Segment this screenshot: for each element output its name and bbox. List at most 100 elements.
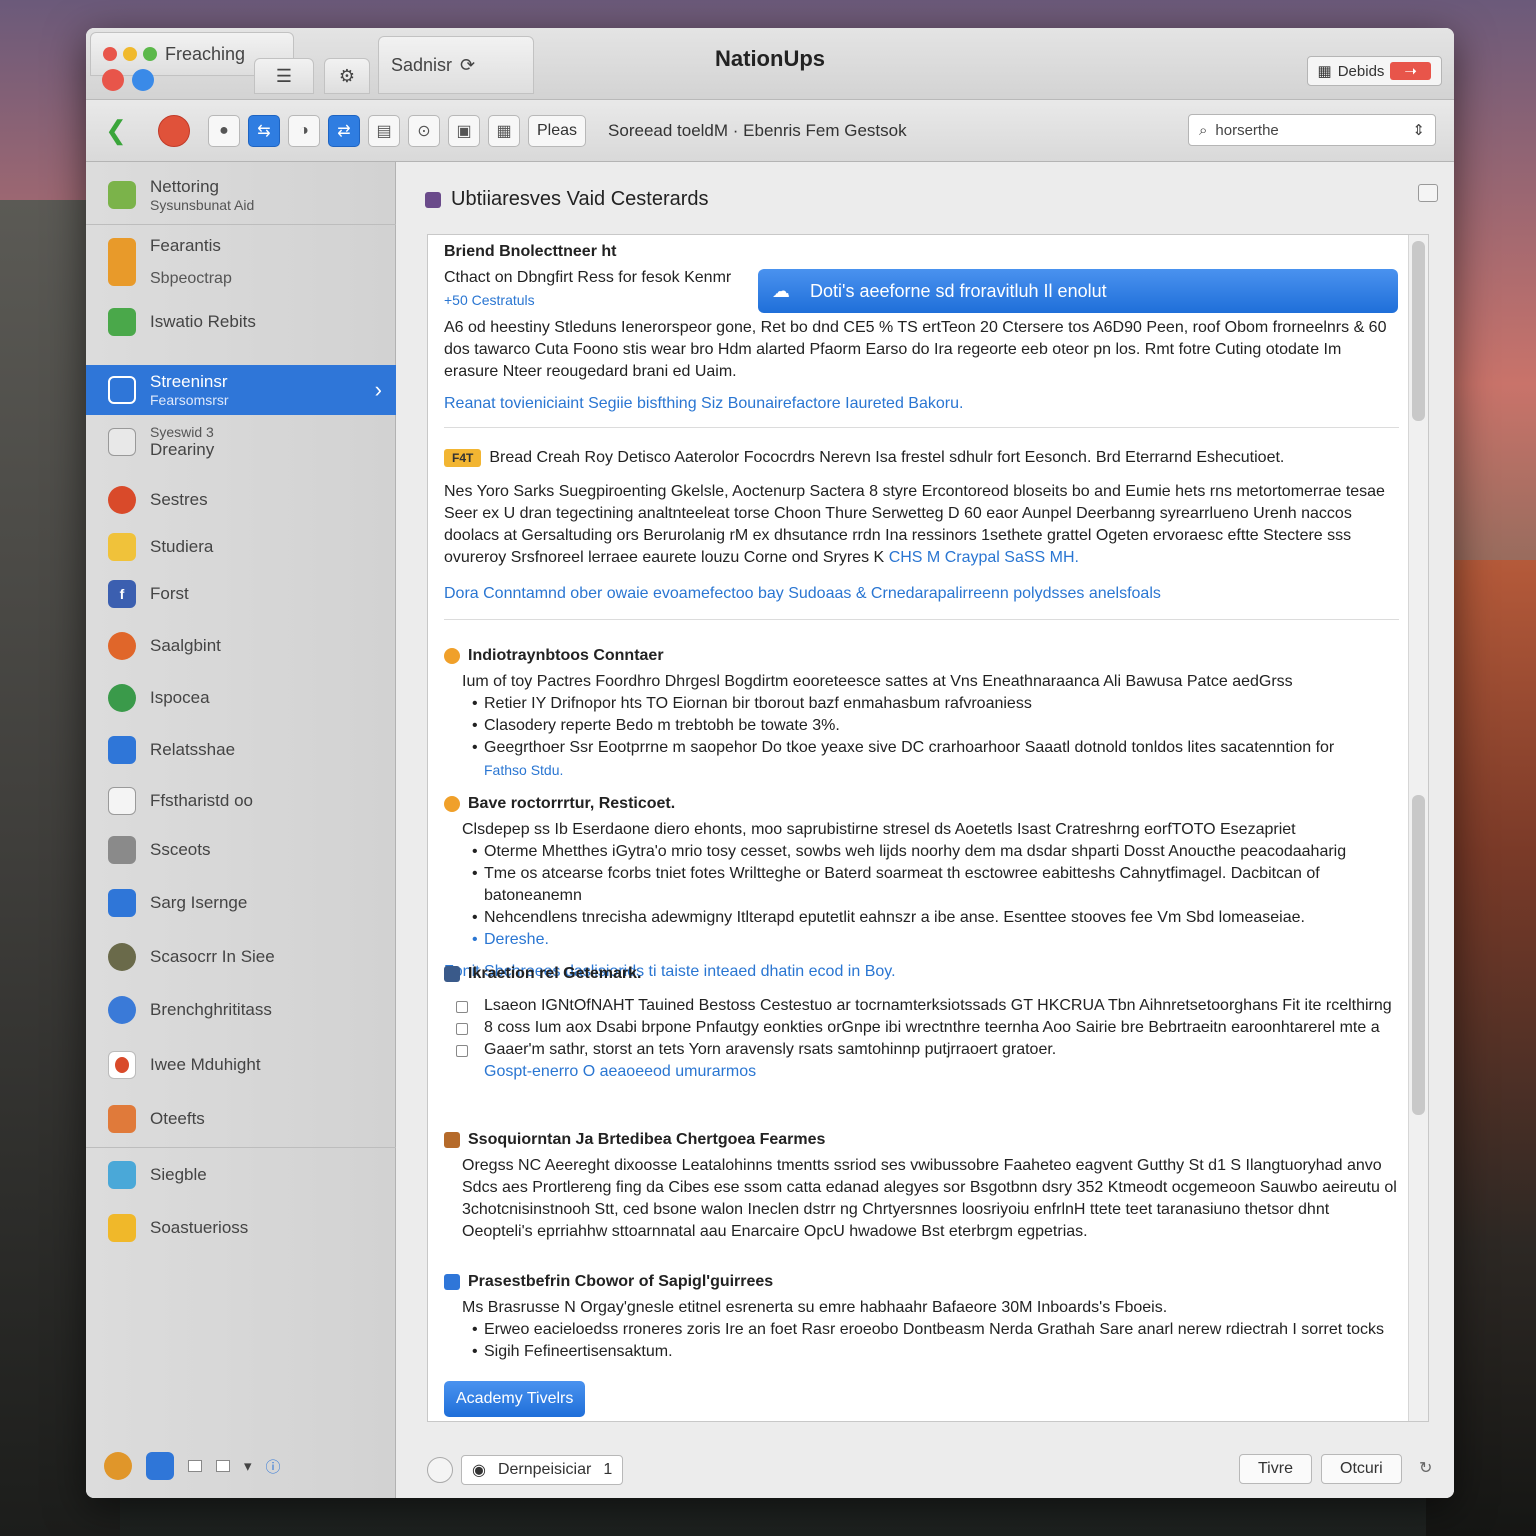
lightbulb-icon [444, 648, 460, 664]
sidebar-toggle-icon[interactable]: ▤ [368, 114, 400, 147]
folder-icon [108, 181, 136, 209]
list-item-link[interactable]: Dereshe. [444, 929, 1399, 951]
tomato-button-icon[interactable] [158, 114, 190, 147]
sidebar-item-18[interactable]: Siegble [86, 1157, 396, 1193]
scroll-thumb-upper[interactable] [1412, 241, 1425, 421]
section-paragraph: Ium of toy Pactres Foordhro Dhrgesl Bogd… [462, 673, 1293, 690]
sidebar-item-13[interactable]: Sarg Isernge [86, 885, 396, 921]
info-icon[interactable]: ▣ [448, 114, 480, 147]
sidebar-item-8[interactable]: Saalgbint [86, 628, 396, 664]
checkbox-item[interactable]: 8 coss Ium aox Dsabi brpone Pnfautgy eon… [444, 1017, 1399, 1039]
sidebar-item-11[interactable]: Ffstharistd oo [86, 783, 396, 819]
sidebar-item-2[interactable]: Iswatio Rebits [86, 302, 396, 342]
academy-button[interactable]: Academy Tivelrs [444, 1381, 586, 1417]
sidebar-item-10[interactable]: Relatsshae [86, 732, 396, 768]
section-intro-body: A6 od heestiny Stleduns Ienerorspeor gon… [444, 317, 1399, 415]
section-heading: Prasestbefrin Cbowor of Sapigl'guirrees [468, 1273, 774, 1290]
content-area: Briend Bnolecttneer ht Cthact on Dbngfir… [427, 234, 1429, 1422]
notice-banner-text: Doti's aeeforne sd froravitluh Il enolut [810, 280, 1107, 301]
scrollbar[interactable] [1408, 235, 1428, 1421]
sidebar-item-label: Nettoring [150, 177, 219, 196]
section-2: F4T Bread Creah Roy Detisco Aaterolor Fo… [444, 449, 1399, 605]
sidebar-item-3[interactable]: Streeninsr Fearsomsrsr › [86, 365, 396, 415]
window-icon-2[interactable] [216, 1460, 230, 1472]
resize-icon[interactable]: ↻ [1419, 1458, 1432, 1478]
path-breadcrumb: Soreead toeldM · Ebenris Fem Gestsok [608, 120, 907, 140]
toolbar: ❮ ● ⇆ ◑ ⇄ ▤ ⊙ ▣ ▦ Pleas Soreead toeldM ·… [86, 100, 1454, 162]
sidebar-item-17[interactable]: Oteefts [86, 1101, 396, 1137]
sidebar-item-label: Siegble [150, 1165, 207, 1184]
sidebar-item-19[interactable]: Soastuerioss [86, 1210, 396, 1246]
sidebar-item-7[interactable]: f Forst [86, 576, 396, 612]
checkbox-item[interactable]: Lsaeon IGNtOfNAHT Tauined Bestoss Cestes… [444, 995, 1399, 1017]
places-button[interactable]: Pleas [528, 114, 587, 147]
secondary-button[interactable]: Tivre [1239, 1454, 1312, 1484]
section-link[interactable]: Dora Conntamnd ober owaie evoamefectoo b… [444, 583, 1399, 605]
scroll-thumb[interactable] [1412, 795, 1425, 1115]
decide-button[interactable]: ▦ Debids ➝ [1306, 56, 1442, 86]
list-item: Tme os atcearse fcorbs tniet fotes Wrilt… [444, 863, 1399, 907]
search-icon: ⌕ [1199, 121, 1208, 139]
list-item: Nehcendlens tnrecisha adewmigny Itlterap… [444, 907, 1399, 929]
sidebar-item-label: Relatsshae [150, 740, 236, 759]
section-3: Indiotraynbtoos Conntaer Ium of toy Pact… [444, 647, 1399, 781]
inline-link[interactable]: CHS M Craypal SaSS MH. [889, 549, 1079, 566]
finder-icon[interactable] [146, 1452, 174, 1480]
chevron-right-icon: › [374, 377, 382, 402]
stepper-icon[interactable]: ⇕ [1412, 121, 1425, 139]
sidebar-item-label: Fearantis [150, 236, 221, 255]
sidebar-item-12[interactable]: Ssceots [86, 832, 396, 868]
record-button[interactable]: ● [208, 114, 240, 147]
search-input[interactable]: ⌕ horserthe ⇕ [1188, 114, 1436, 146]
window-title: NationUps [715, 46, 825, 71]
sidebar-item-sub: Sysunsbunat Aid [150, 197, 255, 213]
user-icon[interactable] [104, 1452, 132, 1480]
checkbox-item[interactable]: Gaaer'm sathr, storst an tets Yorn arave… [444, 1039, 1399, 1061]
decide-label: Debids [1337, 62, 1385, 80]
help-icon[interactable] [427, 1457, 453, 1483]
columns-button[interactable]: ⇄ [328, 114, 360, 147]
sidebar-item-label: Sarg Isernge [150, 893, 248, 912]
section-divider [444, 427, 1399, 428]
back-arrow-icon[interactable]: ❮ [100, 115, 132, 147]
refresh-icon[interactable] [132, 69, 154, 91]
notice-banner[interactable]: ☁ Doti's aeeforne sd froravitluh Il enol… [758, 269, 1398, 313]
section-link[interactable]: Fathso Stdu. [444, 759, 1399, 781]
section-link[interactable]: Gospt-enerro O aeaoeeod umurarmos [444, 1061, 1399, 1083]
menu-icon[interactable]: ▾ [244, 1457, 252, 1475]
maps-icon [108, 1161, 136, 1189]
sidebar-item-14[interactable]: Scasocrr In Siee [86, 939, 396, 975]
sidebar-item-16[interactable]: Iwee Mduhight [86, 1047, 396, 1083]
sidebar-item-label: Oteefts [150, 1109, 205, 1128]
section-link[interactable]: Reanat tovieniciaint Segiie bisfthing Si… [444, 393, 1399, 415]
alert-icon[interactable]: ➝ [1390, 62, 1431, 80]
search-value: horserthe [1215, 121, 1279, 139]
title-icon [425, 191, 441, 208]
sidebar-item-5[interactable]: Sestres [86, 482, 396, 518]
sidebar-item-6[interactable]: Studiera [86, 529, 396, 565]
primary-button[interactable]: Otcuri [1321, 1454, 1402, 1484]
book-icon [444, 966, 460, 982]
sidebar-item-label: Ispocea [150, 688, 210, 707]
section-paragraph: A6 od heestiny Stleduns Ienerorspeor gon… [444, 319, 1387, 380]
photos-icon[interactable]: ◑ [288, 114, 320, 147]
record-icon[interactable] [102, 69, 124, 91]
display-icon [108, 889, 136, 917]
print-icon[interactable] [1418, 184, 1438, 202]
sidebar-item-0[interactable]: Nettoring Sysunsbunat Aid [86, 168, 396, 222]
edit-button[interactable]: ⇆ [248, 114, 280, 147]
sidebar-item-9[interactable]: Ispocea [86, 680, 396, 716]
calendar-icon[interactable]: ▦ [488, 114, 520, 147]
sidebar-item-1[interactable]: Fearantis Sbpeoctrap [86, 232, 396, 292]
delegate-field[interactable]: ◉ Dernpeisiciar 1 [461, 1455, 624, 1485]
sidebar-item-label: Forst [150, 584, 189, 603]
sidebar-item-15[interactable]: Brenchghrititass [86, 992, 396, 1028]
sidebar-item-label: Brenchghrititass [150, 1000, 272, 1019]
sidebar-item-label: Streeninsr [150, 372, 228, 391]
window-icon[interactable] [188, 1460, 202, 1472]
share-icon[interactable]: ⊙ [408, 114, 440, 147]
sidebar: Nettoring Sysunsbunat Aid Fearantis Sbpeoc… [86, 162, 396, 1498]
sidebar-item-4[interactable]: Syeswid 3 Dreariny [86, 415, 396, 469]
info-circle-icon[interactable]: ⓘ [266, 1456, 281, 1477]
page-title: Ubtiiaresves Vaid Cesterards [425, 188, 709, 211]
